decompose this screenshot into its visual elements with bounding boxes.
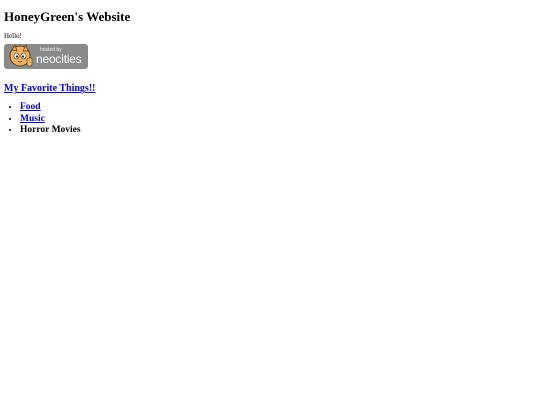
- horror-movies-text: Horror Movies: [20, 125, 81, 136]
- badge-hosted-by: hosted by: [40, 46, 62, 53]
- favorites-list: Food Music Horror Movies: [4, 102, 536, 137]
- favorite-things-heading: My Favorite Things!!: [4, 83, 536, 94]
- list-item: Horror Movies: [20, 125, 536, 137]
- page-body: HoneyGreen's Website Hello! hosted by ne…: [0, 0, 540, 137]
- food-link[interactable]: Food: [20, 102, 41, 112]
- neocities-cat-icon: [9, 45, 33, 67]
- greeting-text: Hello!: [4, 31, 22, 40]
- page-title: HoneyGreen's Website: [4, 9, 131, 24]
- list-item: Music: [20, 114, 536, 126]
- list-item: Food: [20, 102, 536, 114]
- hosted-by-neocities-badge[interactable]: hosted by neocities: [4, 43, 88, 69]
- badge-neocities: neocities: [36, 51, 82, 66]
- music-link[interactable]: Music: [20, 114, 45, 124]
- favorite-things-link[interactable]: My Favorite Things!!: [4, 83, 95, 94]
- badge-text: hosted by neocities: [36, 46, 82, 66]
